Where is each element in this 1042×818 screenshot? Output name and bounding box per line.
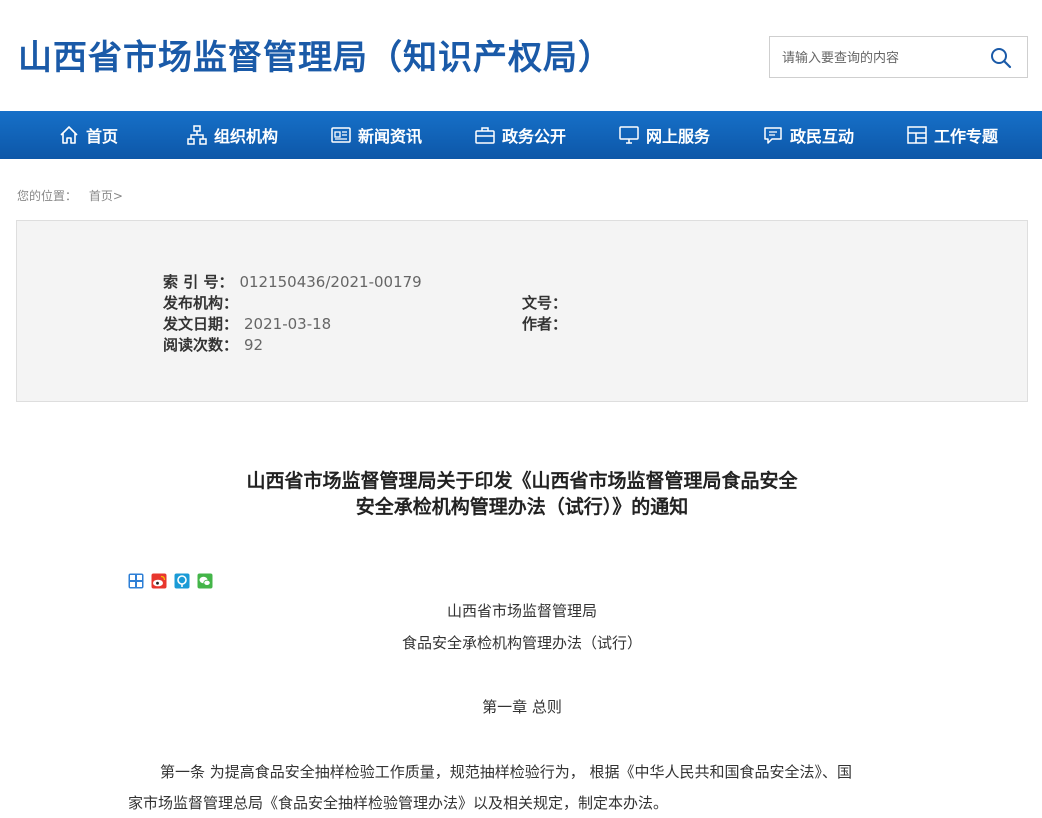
share-bar xyxy=(128,573,213,589)
meta-reads-row: 阅读次数： 92 xyxy=(163,334,263,355)
breadcrumb: 您的位置： 首页> xyxy=(17,187,123,204)
nav-item-news[interactable]: 新闻资讯 xyxy=(330,111,422,159)
nav-item-topics[interactable]: 工作专题 xyxy=(906,111,998,159)
article-body: 山西省市场监督管理局关于印发《山西省市场监督管理局食品安全 安全承检机构管理办法… xyxy=(16,402,1028,818)
meta-index-row: 索 引 号： 012150436/2021-00179 xyxy=(163,271,422,292)
meta-author-label: 作者： xyxy=(522,315,568,333)
nav-item-organization[interactable]: 组织机构 xyxy=(186,111,278,159)
doc-org-line: 山西省市场监督管理局 xyxy=(446,602,597,620)
meta-date-row: 发文日期： 2021-03-18 xyxy=(163,313,331,334)
chat-icon xyxy=(762,124,784,146)
org-chart-icon xyxy=(186,124,208,146)
nav-item-label: 首页 xyxy=(86,127,119,146)
home-icon xyxy=(58,124,80,146)
qzone-icon[interactable] xyxy=(174,573,190,589)
nav-item-label: 网上服务 xyxy=(646,127,711,146)
nav-item-label: 政务公开 xyxy=(502,127,567,146)
search-input[interactable] xyxy=(782,47,982,69)
meta-date-value: 2021-03-18 xyxy=(244,315,332,333)
meta-doc-no-label: 文号： xyxy=(522,294,568,312)
nav-item-label: 政民互动 xyxy=(790,127,855,146)
main-nav: 首页 组织机构 新闻资讯 政务公开 网上服务 政民互动 工作专题 xyxy=(0,111,1042,159)
nav-item-gov-affairs[interactable]: 政务公开 xyxy=(474,111,566,159)
meta-publisher-row: 发布机构： xyxy=(163,292,244,313)
nav-item-interaction[interactable]: 政民互动 xyxy=(762,111,854,159)
meta-reads-value: 92 xyxy=(244,336,264,354)
monitor-icon xyxy=(618,124,640,146)
nav-item-label: 组织机构 xyxy=(214,127,279,146)
article-title: 山西省市场监督管理局关于印发《山西省市场监督管理局食品安全 安全承检机构管理办法… xyxy=(16,468,1028,520)
meta-date-label: 发文日期： xyxy=(163,315,239,333)
breadcrumb-prefix: 您的位置： xyxy=(17,189,78,203)
site-title: 山西省市场监督管理局（知识产权局） xyxy=(18,38,613,78)
meta-index-value: 012150436/2021-00179 xyxy=(239,273,422,291)
wechat-icon[interactable] xyxy=(197,573,213,589)
briefcase-icon xyxy=(474,124,496,146)
meta-author-row: 作者： xyxy=(522,313,573,334)
nav-item-online-service[interactable]: 网上服务 xyxy=(618,111,710,159)
nav-item-label: 工作专题 xyxy=(934,127,999,146)
share-plus-icon[interactable] xyxy=(128,573,144,589)
weibo-icon[interactable] xyxy=(151,573,167,589)
site-header: 山西省市场监督管理局（知识产权局） xyxy=(0,0,1042,111)
meta-publisher-label: 发布机构： xyxy=(163,294,239,312)
paragraph-line-1: 第一条 为提高食品安全抽样检验工作质量，规范抽样检验行为， 根据《中华人民共和国… xyxy=(160,763,853,781)
meta-reads-label: 阅读次数： xyxy=(163,336,239,354)
document-meta-panel: 索 引 号： 012150436/2021-00179 发布机构： 文号： 发文日… xyxy=(16,220,1028,402)
paragraph-line-2: 家市场监督管理总局《食品安全抽样检验管理办法》以及相关规定，制定本办法。 xyxy=(128,794,669,812)
doc-name-line: 食品安全承检机构管理办法（试行） xyxy=(401,634,642,652)
article-title-line-2: 安全承检机构管理办法（试行）》的通知 xyxy=(355,496,689,518)
nav-item-label: 新闻资讯 xyxy=(358,127,423,146)
meta-index-label: 索 引 号： xyxy=(163,273,234,291)
chapter-heading: 第一章 总则 xyxy=(482,698,562,716)
search-icon[interactable] xyxy=(989,46,1013,70)
news-icon xyxy=(330,124,352,146)
nav-item-home[interactable]: 首页 xyxy=(58,111,118,159)
search-box xyxy=(769,36,1028,78)
meta-doc-no-row: 文号： xyxy=(522,292,573,313)
article-title-line-1: 山西省市场监督管理局关于印发《山西省市场监督管理局食品安全 xyxy=(246,470,798,492)
layout-icon xyxy=(906,124,928,146)
breadcrumb-home-link[interactable]: 首页> xyxy=(89,189,123,203)
